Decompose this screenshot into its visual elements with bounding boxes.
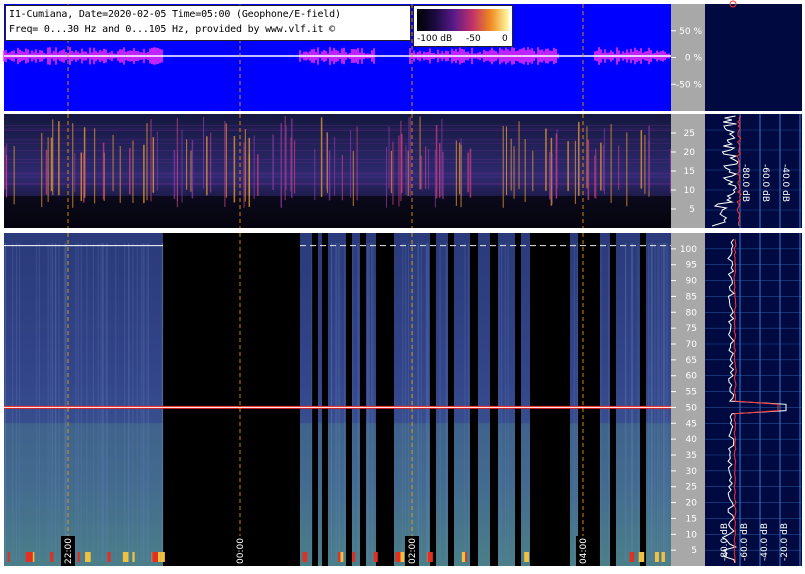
data-gap — [470, 233, 478, 566]
time-tick-label: 00:00 — [236, 538, 246, 564]
high-band-tick-label: 35 — [686, 451, 697, 461]
title-box: I1-Cumiana, Date=2020-02-05 Time=05:00 (… — [5, 5, 411, 41]
low-freq-burst — [373, 552, 378, 562]
data-gap — [346, 233, 352, 566]
low-freq-burst — [661, 552, 665, 562]
data-gap — [448, 233, 454, 566]
high-band-db-label: -60.0 dB — [740, 523, 750, 561]
low-band-tick-label: 5 — [689, 205, 695, 215]
data-gap — [163, 233, 300, 566]
data-gap — [490, 233, 498, 566]
high-band-tick-label: 20 — [686, 499, 698, 509]
low-freq-burst — [302, 552, 308, 562]
data-gap — [376, 233, 394, 566]
low-freq-burst — [77, 552, 80, 562]
low-freq-burst — [85, 552, 91, 562]
data-gap — [430, 233, 436, 566]
high-band-tick-label: 80 — [686, 308, 698, 318]
low-freq-burst — [50, 552, 54, 562]
high-band-tick-label: 95 — [686, 261, 697, 271]
low-freq-burst — [524, 552, 529, 562]
low-band-tick-label: 15 — [684, 167, 695, 177]
spectrogram-figure: 50 %0 %-50 % 252015105 -80.0 dB -60.0 dB -… — [3, 0, 805, 566]
low-freq-burst — [427, 552, 433, 562]
title-line-1: I1-Cumiana, Date=2020-02-05 Time=05:00 (… — [9, 9, 341, 20]
waveform-tick-label: -50 % — [676, 80, 703, 90]
time-tick-label: 22:00 — [64, 538, 74, 564]
low-band-db-label: -40.0 dB — [780, 164, 790, 202]
low-freq-burst — [654, 552, 659, 562]
low-freq-burst — [152, 552, 158, 562]
data-gap — [530, 233, 570, 566]
waveform-tick-label: 0 % — [685, 54, 703, 64]
low-freq-burst — [639, 552, 645, 562]
time-tick-label: 04:00 — [579, 538, 589, 564]
high-band-tick-label: 30 — [686, 467, 698, 477]
low-freq-burst — [160, 552, 164, 562]
low-freq-burst — [340, 552, 344, 562]
high-band-tick-label: 60 — [686, 372, 698, 382]
high-band-tick-label: 15 — [686, 514, 697, 524]
waveform-tick-label: 50 % — [679, 27, 702, 37]
high-band-tick-label: 40 — [686, 435, 698, 445]
low-freq-burst — [7, 552, 10, 562]
low-band-tick-label: 10 — [684, 186, 696, 196]
low-freq-burst — [123, 552, 129, 562]
low-band-db-label: -20.0 dB — [800, 164, 805, 202]
low-freq-burst — [629, 552, 635, 562]
time-tick-label: 02:00 — [408, 538, 418, 564]
high-band-low-freq-glow — [4, 423, 671, 566]
high-band-tick-label: 10 — [686, 530, 698, 540]
high-band-side-panel — [705, 233, 802, 566]
data-gap — [360, 233, 366, 566]
low-band-tick-label: 20 — [684, 148, 696, 158]
high-band-tick-label: 50 — [686, 403, 698, 413]
high-band-db-label: -20.0 dB — [780, 523, 790, 561]
data-gap — [578, 233, 600, 566]
waveform-right-panel — [705, 4, 802, 111]
vlf-spectrogram-page: 50 % 0 % -50 % 25 20 15 10 5 -80.0 dB -60.0 dB -… — [0, 0, 805, 570]
data-gap — [515, 233, 521, 566]
low-freq-burst — [132, 552, 135, 562]
low-freq-burst — [352, 552, 356, 562]
colorbar-mid-label: -50 — [466, 34, 481, 44]
data-gap — [322, 233, 328, 566]
colorbar-min-label: -100 dB — [417, 34, 453, 44]
high-band-tick-label: 65 — [686, 356, 697, 366]
data-gap — [610, 233, 616, 566]
high-band-tick-label: 70 — [686, 340, 698, 350]
high-band-tick-label: 100 — [680, 245, 697, 255]
colorbar-max-label: 0 — [502, 34, 508, 44]
low-band-db-label: -80.0 dB — [740, 164, 750, 202]
high-band-db-label: -80.0 dB — [720, 523, 730, 561]
high-band-tick-label: 5 — [691, 546, 697, 556]
high-band-tick-label: 55 — [686, 388, 697, 398]
high-band-tick-label: 85 — [686, 292, 697, 302]
high-band-tick-label: 90 — [686, 277, 698, 287]
high-band-tick-label: 25 — [686, 483, 697, 493]
low-freq-burst — [395, 552, 401, 562]
title-line-2: Freq= 0...30 Hz and 0...105 Hz, provided… — [9, 24, 335, 35]
colorbar-legend: -100 dB -50 0 — [413, 5, 513, 47]
low-freq-burst — [461, 552, 466, 562]
low-band-tick-label: 25 — [684, 129, 695, 139]
low-band-db-label: -60.0 dB — [760, 164, 770, 202]
colorbar-gradient — [417, 9, 509, 31]
high-band-tick-label: 75 — [686, 324, 697, 334]
low-freq-burst — [25, 552, 29, 562]
high-band-tick-label: 45 — [686, 419, 697, 429]
high-band-db-label: -40.0 dB — [760, 523, 770, 561]
data-gap — [312, 233, 318, 566]
data-gap — [640, 233, 646, 566]
low-freq-burst — [107, 552, 111, 562]
